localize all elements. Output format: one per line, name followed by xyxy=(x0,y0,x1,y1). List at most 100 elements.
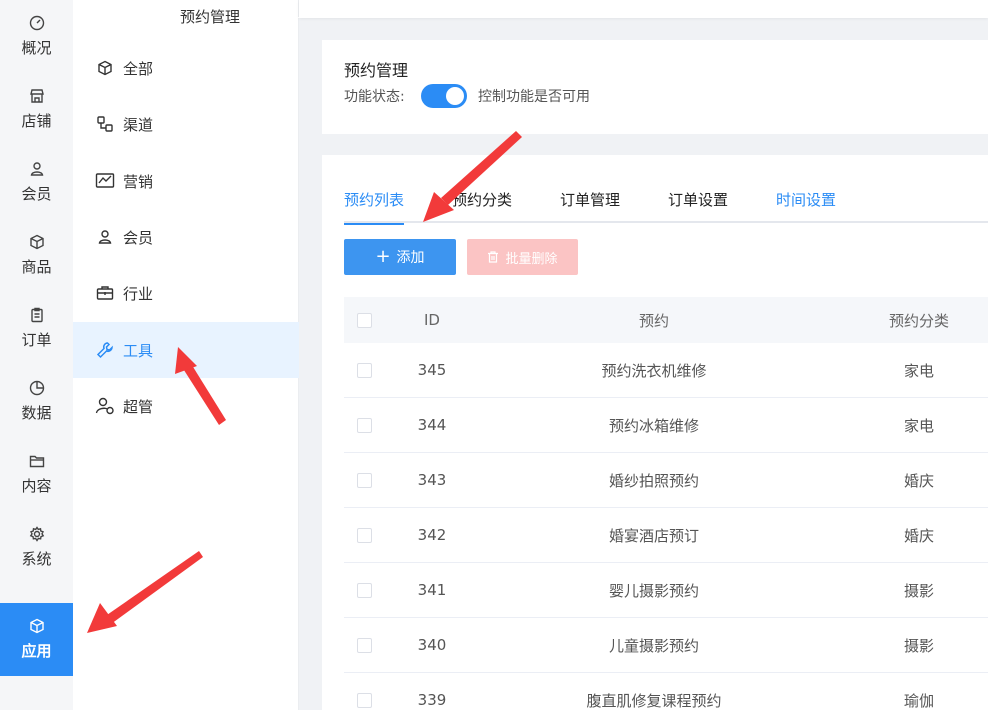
nav-item-label: 概况 xyxy=(21,39,52,57)
nav-item-label: 店铺 xyxy=(21,112,52,130)
row-checkbox[interactable] xyxy=(356,582,372,598)
box-icon xyxy=(29,234,44,250)
user-icon xyxy=(30,162,43,176)
cell-reservation: 婚纱拍照预约 xyxy=(608,471,699,490)
cell-id: 342 xyxy=(417,526,447,544)
cell-id: 343 xyxy=(417,471,447,489)
nav-item-overview[interactable]: 概况 xyxy=(0,0,73,73)
cell-reservation: 婴儿摄影预约 xyxy=(608,581,699,600)
nav-item-label: 系统 xyxy=(21,550,52,568)
row-checkbox-cell xyxy=(344,673,384,710)
nav-item-member[interactable]: 会员 xyxy=(0,146,73,219)
cell-id: 339 xyxy=(417,691,447,709)
nav-item-label: 订单 xyxy=(21,331,52,349)
cell-reservation: 预约洗衣机维修 xyxy=(601,361,707,380)
cell-id: 344 xyxy=(417,416,447,434)
submenu-item-tools[interactable]: 工具 xyxy=(73,322,299,378)
table-row: 342 婚宴酒店预订 婚庆 xyxy=(344,508,988,563)
pie-chart-icon xyxy=(29,380,44,396)
tab-order-settings[interactable]: 订单设置 xyxy=(668,190,728,223)
cell-reservation: 预约冰箱维修 xyxy=(608,416,699,435)
row-checkbox[interactable] xyxy=(356,692,372,708)
submenu-item-channel[interactable]: 渠道 xyxy=(73,96,299,152)
tab-time-settings[interactable]: 时间设置 xyxy=(776,190,836,223)
top-header xyxy=(299,0,988,18)
row-checkbox[interactable] xyxy=(356,417,372,433)
cell-reservation: 腹直肌修复课程预约 xyxy=(586,691,722,710)
nav-item-goods[interactable]: 商品 xyxy=(0,219,73,292)
cell-reservation: 婚宴酒店预订 xyxy=(608,526,699,545)
table-row: 345 预约洗衣机维修 家电 xyxy=(344,343,988,398)
feature-toggle-switch[interactable] xyxy=(421,84,467,108)
batch-delete-label: 批量删除 xyxy=(505,251,558,267)
submenu-item-label: 会员 xyxy=(123,228,154,247)
row-checkbox[interactable] xyxy=(356,637,372,653)
submenu-item-all[interactable]: 全部 xyxy=(73,40,299,96)
row-checkbox-cell xyxy=(344,343,384,397)
submenu-item-label: 全部 xyxy=(123,59,154,78)
nav-item-label: 应用 xyxy=(21,642,52,660)
table-header: ID 预约 预约分类 xyxy=(344,297,988,343)
column-header-category: 预约分类 xyxy=(888,311,949,330)
cell-category: 婚庆 xyxy=(903,526,934,545)
column-header-id: ID xyxy=(424,311,440,329)
store-icon xyxy=(29,89,44,103)
batch-delete-button[interactable]: 批量删除 xyxy=(467,239,578,275)
secondary-menu: 预约管理 全部 渠道 营销 会员 行业 工具 超管 xyxy=(73,0,299,710)
submenu-item-label: 超管 xyxy=(123,397,154,416)
nav-item-system[interactable]: 系统 xyxy=(0,511,73,584)
table-row: 340 儿童摄影预约 摄影 xyxy=(344,618,988,673)
cell-category: 摄影 xyxy=(903,581,934,600)
submenu-item-label: 营销 xyxy=(123,172,154,191)
feature-title: 预约管理 xyxy=(344,61,409,80)
nav-item-label: 会员 xyxy=(21,185,52,203)
row-checkbox-cell xyxy=(344,508,384,562)
dashboard-icon xyxy=(29,15,44,31)
chart-icon xyxy=(95,171,115,191)
row-checkbox-cell xyxy=(344,563,384,617)
submenu-item-label: 行业 xyxy=(123,284,154,303)
nav-item-data[interactable]: 数据 xyxy=(0,365,73,438)
nav-item-label: 数据 xyxy=(21,404,52,422)
cell-category: 家电 xyxy=(903,416,934,435)
submenu-title: 预约管理 xyxy=(135,0,285,34)
tab-reservation-category[interactable]: 预约分类 xyxy=(452,190,512,223)
submenu-item-industry[interactable]: 行业 xyxy=(73,265,299,321)
status-description: 控制功能是否可用 xyxy=(478,89,590,105)
cell-category: 瑜伽 xyxy=(903,691,934,710)
channel-icon xyxy=(95,114,115,134)
submenu-item-super-admin[interactable]: 超管 xyxy=(73,378,299,434)
briefcase-icon xyxy=(95,283,115,303)
table-row: 341 婴儿摄影预约 摄影 xyxy=(344,563,988,618)
cell-category: 摄影 xyxy=(903,636,934,655)
row-checkbox[interactable] xyxy=(356,527,372,543)
submenu-item-member[interactable]: 会员 xyxy=(73,209,299,265)
column-header-reservation: 预约 xyxy=(638,311,669,330)
primary-nav: 概况 店铺 会员 商品 订单 数据 内容 系统 应用 xyxy=(0,0,73,710)
nav-item-label: 内容 xyxy=(21,477,52,495)
header-checkbox-cell xyxy=(344,297,384,343)
table-row: 343 婚纱拍照预约 婚庆 xyxy=(344,453,988,508)
nav-item-store[interactable]: 店铺 xyxy=(0,73,73,146)
nav-item-content[interactable]: 内容 xyxy=(0,438,73,511)
cell-id: 340 xyxy=(417,636,447,654)
submenu-item-marketing[interactable]: 营销 xyxy=(73,153,299,209)
add-button[interactable]: + 添加 xyxy=(344,239,456,275)
cell-reservation: 儿童摄影预约 xyxy=(608,636,699,655)
cell-id: 345 xyxy=(417,361,447,379)
row-checkbox[interactable] xyxy=(356,362,372,378)
tab-order-management[interactable]: 订单管理 xyxy=(560,190,620,223)
nav-item-order[interactable]: 订单 xyxy=(0,292,73,365)
tab-reservation-list[interactable]: 预约列表 xyxy=(344,190,405,225)
nav-item-apps[interactable]: 应用 xyxy=(0,603,73,676)
cube-icon xyxy=(95,58,115,78)
cell-category: 婚庆 xyxy=(903,471,934,490)
select-all-checkbox[interactable] xyxy=(356,312,372,328)
feature-status-card: 预约管理 功能状态: 控制功能是否可用 xyxy=(322,40,988,134)
reservation-table: ID 预约 预约分类 345 预约洗衣机维修 家电 344 预约冰箱维修 家电 … xyxy=(344,297,988,710)
clipboard-icon xyxy=(30,307,43,323)
folder-icon xyxy=(29,455,44,468)
row-checkbox[interactable] xyxy=(356,472,372,488)
cube-icon xyxy=(29,618,44,634)
status-label: 功能状态: xyxy=(344,89,405,105)
